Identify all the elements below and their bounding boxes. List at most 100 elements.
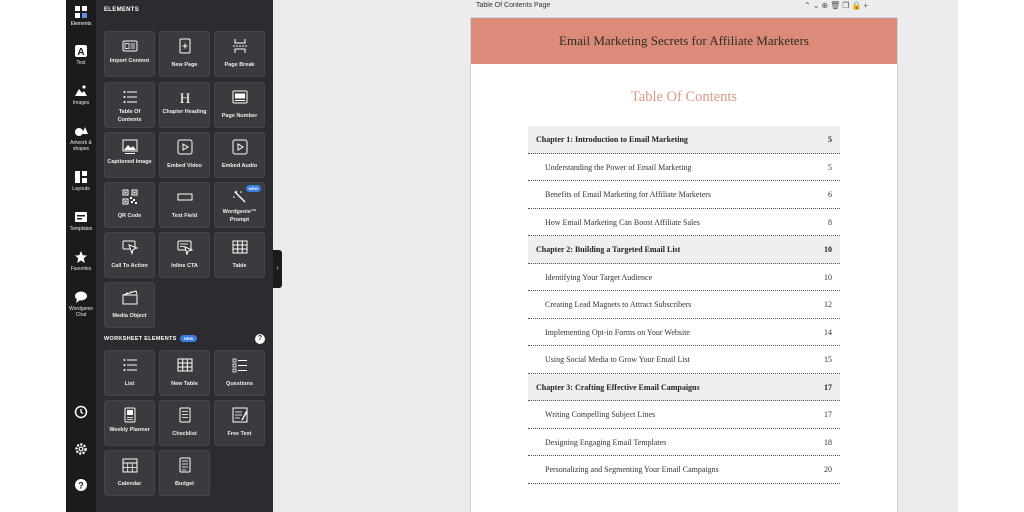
cursor-icon	[122, 240, 138, 255]
element-table-of-contents[interactable]: Table Of Contents	[104, 82, 155, 128]
toc-entry-page: 15	[824, 355, 832, 364]
toc-chapter-row[interactable]: Chapter 2: Building a Targeted Email Lis…	[528, 236, 840, 264]
text-icon: A	[75, 45, 87, 58]
rail-label: Templates	[69, 226, 93, 232]
planner-icon	[124, 407, 136, 423]
lock-icon[interactable]: 🔒	[851, 1, 863, 10]
worksheet-new-table[interactable]: New Table	[159, 350, 210, 396]
toc-chapter-row[interactable]: Chapter 3: Crafting Effective Email Camp…	[528, 373, 840, 401]
video-icon	[177, 139, 193, 155]
trash-icon[interactable]: 🗑	[830, 1, 842, 10]
toc-entry-title: Writing Compelling Subject Lines	[545, 410, 656, 419]
element-chapter-heading[interactable]: H Chapter Heading	[159, 82, 210, 128]
element-text-field[interactable]: Text Field	[159, 182, 210, 228]
document-page[interactable]: Email Marketing Secrets for Affiliate Ma…	[470, 17, 898, 512]
element-label: Weekly Planner	[109, 427, 150, 433]
help-icon: ?	[75, 479, 87, 491]
element-table[interactable]: Table	[214, 232, 265, 278]
text-field-icon	[177, 193, 193, 201]
rail-item-images[interactable]: Images	[66, 84, 96, 106]
toc-section-row[interactable]: Identifying Your Target Audience 10	[528, 264, 840, 291]
element-wordgenie-prompt[interactable]: NEW Wordgenie™ Prompt	[214, 182, 265, 228]
layouts-icon	[75, 171, 87, 183]
page-number-icon	[232, 90, 248, 104]
rail-item-shapes[interactable]: Artwork & shapes	[66, 124, 96, 152]
clapper-icon	[122, 290, 138, 305]
page-break-icon	[233, 39, 247, 53]
element-captioned-image[interactable]: Captioned Image	[104, 132, 155, 178]
rail-item-templates[interactable]: Templates	[66, 210, 96, 232]
element-page-number[interactable]: Page Number	[214, 82, 265, 128]
element-qr-code[interactable]: QR Code	[104, 182, 155, 228]
toc-section-row[interactable]: Writing Compelling Subject Lines 17	[528, 401, 840, 429]
rail-item-elements[interactable]: Elements	[66, 5, 96, 27]
worksheet-calendar[interactable]: Calendar	[104, 450, 155, 496]
calendar-icon	[122, 458, 138, 473]
toc-entry-title: How Email Marketing Can Boost Affiliate …	[545, 217, 700, 227]
toc-chapter-row[interactable]: Chapter 1: Introduction to Email Marketi…	[528, 126, 840, 154]
element-media-object[interactable]: Media Object	[104, 282, 155, 328]
element-embed-video[interactable]: Embed Video	[159, 132, 210, 178]
toc-entry-page: 5	[828, 135, 832, 144]
rail-item-history[interactable]	[66, 405, 96, 419]
rail-item-text[interactable]: A Text	[66, 44, 96, 66]
toc-entry-page: 18	[824, 437, 832, 447]
worksheet-weekly-planner[interactable]: Weekly Planner	[104, 400, 155, 446]
toc-section-row[interactable]: Personalizing and Segmenting Your Email …	[528, 456, 840, 484]
worksheet-questions[interactable]: Questions	[214, 350, 265, 396]
worksheet-checklist[interactable]: Checklist	[159, 400, 210, 446]
images-icon	[75, 85, 87, 96]
worksheet-new-badge: NEW	[180, 335, 198, 342]
element-call-to-action[interactable]: Call To Action	[104, 232, 155, 278]
element-label: List	[124, 381, 135, 387]
element-label: Calendar	[117, 481, 142, 487]
toc-section-row[interactable]: Using Social Media to Grow Your Email Li…	[528, 346, 840, 374]
toc-entry-page: 5	[828, 162, 832, 172]
toc-section-row[interactable]: Designing Engaging Email Templates 18	[528, 429, 840, 456]
element-embed-audio[interactable]: Embed Audio	[214, 132, 265, 178]
toc-entry-page: 20	[824, 465, 832, 474]
rail-item-settings[interactable]	[66, 442, 96, 456]
toc-section-row[interactable]: How Email Marketing Can Boost Affiliate …	[528, 209, 840, 236]
worksheet-free-text[interactable]: Free Text	[214, 400, 265, 446]
collapse-panel-button[interactable]: ‹	[273, 250, 282, 288]
svg-text:?: ?	[78, 481, 84, 491]
element-label: Embed Audio	[221, 163, 258, 169]
toc-entry-page: 17	[824, 410, 832, 419]
icon-rail: Elements A Text Images Artwork & shapes …	[66, 0, 96, 512]
rail-label: Images	[72, 100, 90, 106]
toc-entry-page: 12	[824, 300, 832, 309]
toc-section-row[interactable]: Implementing Opt-in Forms on Your Websit…	[528, 319, 840, 346]
chevron-up-icon[interactable]: ⌃	[804, 1, 813, 10]
worksheet-budget[interactable]: Budget	[159, 450, 210, 496]
element-label: Free Text	[227, 431, 252, 437]
element-label: New Table	[171, 381, 198, 387]
worksheet-list[interactable]: List	[104, 350, 155, 396]
toc-entry-page: 8	[828, 217, 832, 227]
toc-section-row[interactable]: Benefits of Email Marketing for Affiliat…	[528, 181, 840, 209]
history-icon	[74, 405, 88, 419]
add-circle-icon[interactable]: ⊕	[821, 1, 830, 10]
element-label: Captioned Image	[107, 159, 152, 165]
worksheet-help-icon[interactable]: ?	[255, 334, 265, 344]
element-new-page[interactable]: New Page	[159, 31, 210, 77]
document-title: Email Marketing Secrets for Affiliate Ma…	[559, 33, 809, 48]
svg-text:A: A	[77, 47, 84, 58]
toc-section-row[interactable]: Understanding the Power of Email Marketi…	[528, 154, 840, 181]
questions-icon	[232, 358, 247, 373]
rail-item-layouts[interactable]: Layouts	[66, 170, 96, 192]
magic-wand-icon	[233, 190, 246, 203]
rail-item-favorites[interactable]: Favorites	[66, 250, 96, 272]
element-inline-cta[interactable]: Inline CTA	[159, 232, 210, 278]
add-icon[interactable]: +	[863, 1, 870, 10]
toc-entry-title: Implementing Opt-in Forms on Your Websit…	[545, 327, 690, 337]
rail-item-help[interactable]: ?	[66, 478, 96, 492]
element-label: QR Code	[117, 213, 142, 219]
rail-item-wordgenie-chat[interactable]: Wordgenie Chat	[66, 290, 96, 318]
element-page-break[interactable]: Page Break	[214, 31, 265, 77]
element-import-content[interactable]: Import Content	[104, 31, 155, 77]
element-label: Import Content	[109, 58, 150, 64]
list-icon	[123, 359, 137, 371]
toc-list[interactable]: Chapter 1: Introduction to Email Marketi…	[528, 126, 840, 484]
toc-section-row[interactable]: Creating Lead Magnets to Attract Subscri…	[528, 291, 840, 319]
